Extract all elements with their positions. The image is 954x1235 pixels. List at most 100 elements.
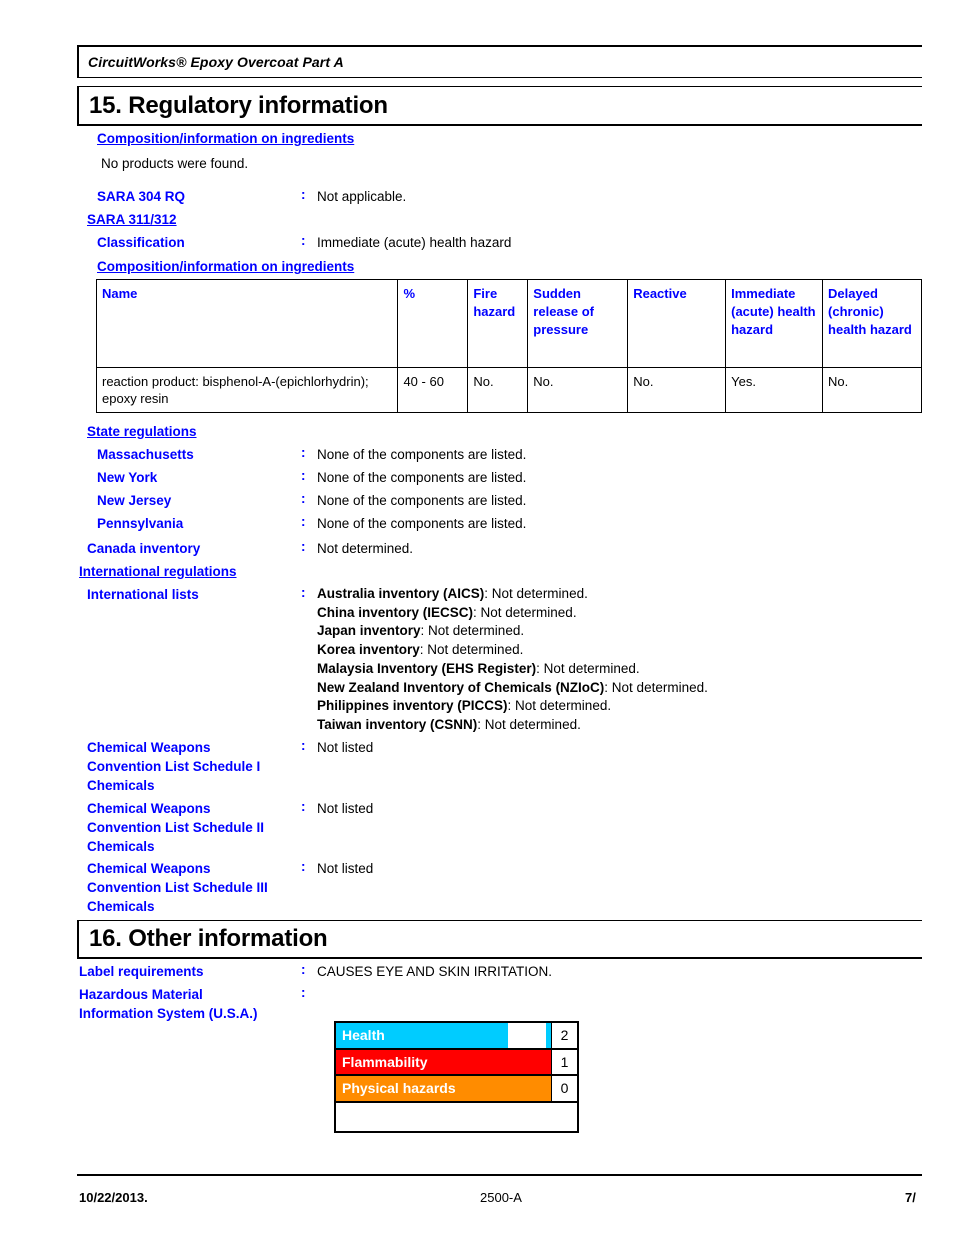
hmis-bar-wrap-physical: Physical hazards <box>336 1076 551 1101</box>
hmis-bar-physical-hazards: Physical hazards <box>336 1076 551 1101</box>
intl-value-china: : Not determined. <box>473 604 577 620</box>
hmis-rating-health: 2 <box>551 1023 577 1048</box>
cwc-schedule-3-value: Not listed <box>317 861 374 876</box>
international-lists-label: International lists <box>87 587 199 602</box>
hmis-row-flammability: Flammability 1 <box>336 1049 577 1076</box>
hmis-bar-health: Health <box>336 1023 508 1048</box>
state-label-massachusetts: Massachusetts <box>97 447 194 462</box>
cwc-schedule-1-value: Not listed <box>317 740 374 755</box>
intl-name-korea: Korea inventory <box>317 642 420 658</box>
column-header-percent: % <box>397 279 469 368</box>
intl-name-new-zealand: New Zealand Inventory of Chemicals (NZIo… <box>317 679 605 695</box>
section-16-title: 16. Other information <box>89 925 328 952</box>
state-value-new-york: None of the components are listed. <box>317 470 527 485</box>
new-jersey-colon: : <box>301 491 306 506</box>
column-header-fire-hazard: Fire hazard <box>467 279 529 368</box>
footer-date: 10/22/2013. <box>79 1190 148 1205</box>
column-header-reactive: Reactive <box>627 279 727 368</box>
label-requirements-label: Label requirements <box>79 964 204 979</box>
intl-value-philippines: : Not determined. <box>507 698 612 714</box>
intl-value-japan: : Not determined. <box>420 623 525 639</box>
footer-divider <box>77 1174 922 1176</box>
column-header-immediate-health: Immediate (acute) health hazard <box>725 279 824 368</box>
composition-heading-2[interactable]: Composition/information on ingredients <box>97 257 354 276</box>
international-list-item: China inventory (IECSC): Not determined. <box>317 604 708 623</box>
hmis-colon: : <box>301 985 306 1000</box>
hmis-rating-table: Health 2 Flammability 1 Physical hazards… <box>334 1021 579 1133</box>
cell-fire-hazard: No. <box>467 367 529 413</box>
state-value-pennsylvania: None of the components are listed. <box>317 516 527 531</box>
composition-heading-1[interactable]: Composition/information on ingredients <box>97 129 354 148</box>
sara-311-312-table: Name % Fire hazard Sudden release of pre… <box>95 279 922 413</box>
intl-value-korea: : Not determined. <box>419 642 524 658</box>
section-16-header: 16. Other information <box>77 920 922 959</box>
state-label-new-jersey: New Jersey <box>97 493 172 508</box>
international-list-item: Philippines inventory (PICCS): Not deter… <box>317 697 708 716</box>
sara-304-rq-label: SARA 304 RQ <box>97 189 186 204</box>
cwc-schedule-2-label: Chemical Weapons Convention List Schedul… <box>87 801 265 854</box>
intl-value-new-zealand: : Not determined. <box>604 679 708 695</box>
cell-sudden-release: No. <box>527 367 629 413</box>
cell-delayed-health: No. <box>822 367 922 413</box>
column-header-name: Name <box>95 279 399 368</box>
column-header-delayed-health: Delayed (chronic) health hazard <box>822 279 922 368</box>
cwc-3-colon: : <box>301 859 306 874</box>
intl-name-philippines: Philippines inventory (PICCS) <box>317 698 508 714</box>
intl-value-taiwan: : Not determined. <box>477 716 581 732</box>
international-lists-colon: : <box>301 585 306 600</box>
hmis-label-health: Health <box>342 1027 385 1044</box>
table-header-row: Name % Fire hazard Sudden release of pre… <box>95 279 922 368</box>
classification-value: Immediate (acute) health hazard <box>317 235 512 250</box>
pennsylvania-colon: : <box>301 514 306 529</box>
hmis-row-physical-hazards: Physical hazards 0 <box>336 1076 577 1103</box>
hmis-rating-physical-hazards: 0 <box>551 1076 577 1101</box>
international-lists-values: Australia inventory (AICS): Not determin… <box>317 585 708 735</box>
state-label-new-york: New York <box>97 470 158 485</box>
international-list-item: Australia inventory (AICS): Not determin… <box>317 585 708 604</box>
footer-product-code: 2500-A <box>480 1190 522 1205</box>
hmis-label-flammability: Flammability <box>342 1053 428 1070</box>
new-york-colon: : <box>301 468 306 483</box>
classification-colon: : <box>301 233 306 248</box>
state-label-pennsylvania: Pennsylvania <box>97 516 184 531</box>
label-requirements-colon: : <box>301 962 306 977</box>
hmis-rating-flammability: 1 <box>551 1049 577 1074</box>
cell-immediate-health: Yes. <box>725 367 824 413</box>
section-15-title: 15. Regulatory information <box>89 91 388 119</box>
footer-page-number: 7/ <box>905 1190 916 1205</box>
massachusetts-colon: : <box>301 445 306 460</box>
intl-name-australia: Australia inventory (AICS) <box>317 586 485 601</box>
international-list-item: Japan inventory: Not determined. <box>317 622 708 641</box>
sara-304-colon: : <box>301 187 306 202</box>
intl-value-malaysia: : Not determined. <box>536 660 640 676</box>
hmis-bar-flammability: Flammability <box>336 1049 551 1074</box>
state-value-new-jersey: None of the components are listed. <box>317 493 527 508</box>
hmis-bar-wrap-flammability: Flammability <box>336 1049 551 1074</box>
classification-label: Classification <box>97 235 185 250</box>
international-list-item: Korea inventory: Not determined. <box>317 641 708 660</box>
sara-304-rq-value: Not applicable. <box>317 189 407 204</box>
intl-name-japan: Japan inventory <box>317 623 421 639</box>
state-regulations-heading: State regulations <box>87 424 197 439</box>
canada-inventory-label: Canada inventory <box>87 541 201 556</box>
hmis-gap-health <box>508 1023 546 1048</box>
cell-reactive: No. <box>627 367 727 413</box>
product-header: CircuitWorks® Epoxy Overcoat Part A <box>77 45 922 78</box>
hmis-label-line-1: Hazardous Material <box>79 987 203 1002</box>
hmis-empty-row <box>336 1102 577 1131</box>
cwc-schedule-1-label: Chemical Weapons Convention List Schedul… <box>87 740 261 793</box>
label-requirements-value: CAUSES EYE AND SKIN IRRITATION. <box>317 964 553 979</box>
cell-name: reaction product: bisphenol-A-(epichlorh… <box>95 367 399 413</box>
intl-name-taiwan: Taiwan inventory (CSNN) <box>317 716 478 732</box>
cwc-schedule-3-label: Chemical Weapons Convention List Schedul… <box>87 861 268 914</box>
sara-311-312-heading: SARA 311/312 <box>87 212 177 227</box>
hmis-sliver-health <box>546 1023 551 1048</box>
sds-page: CircuitWorks® Epoxy Overcoat Part A 15. … <box>0 0 954 1235</box>
canada-inventory-colon: : <box>301 539 306 554</box>
international-list-item: Malaysia Inventory (EHS Register): Not d… <box>317 660 708 679</box>
international-list-item: Taiwan inventory (CSNN): Not determined. <box>317 716 708 735</box>
hmis-label-line-2: Information System (U.S.A.) <box>79 1006 258 1021</box>
cwc-2-colon: : <box>301 799 306 814</box>
intl-value-australia: : Not determined. <box>484 586 588 601</box>
intl-name-malaysia: Malaysia Inventory (EHS Register) <box>317 660 537 676</box>
